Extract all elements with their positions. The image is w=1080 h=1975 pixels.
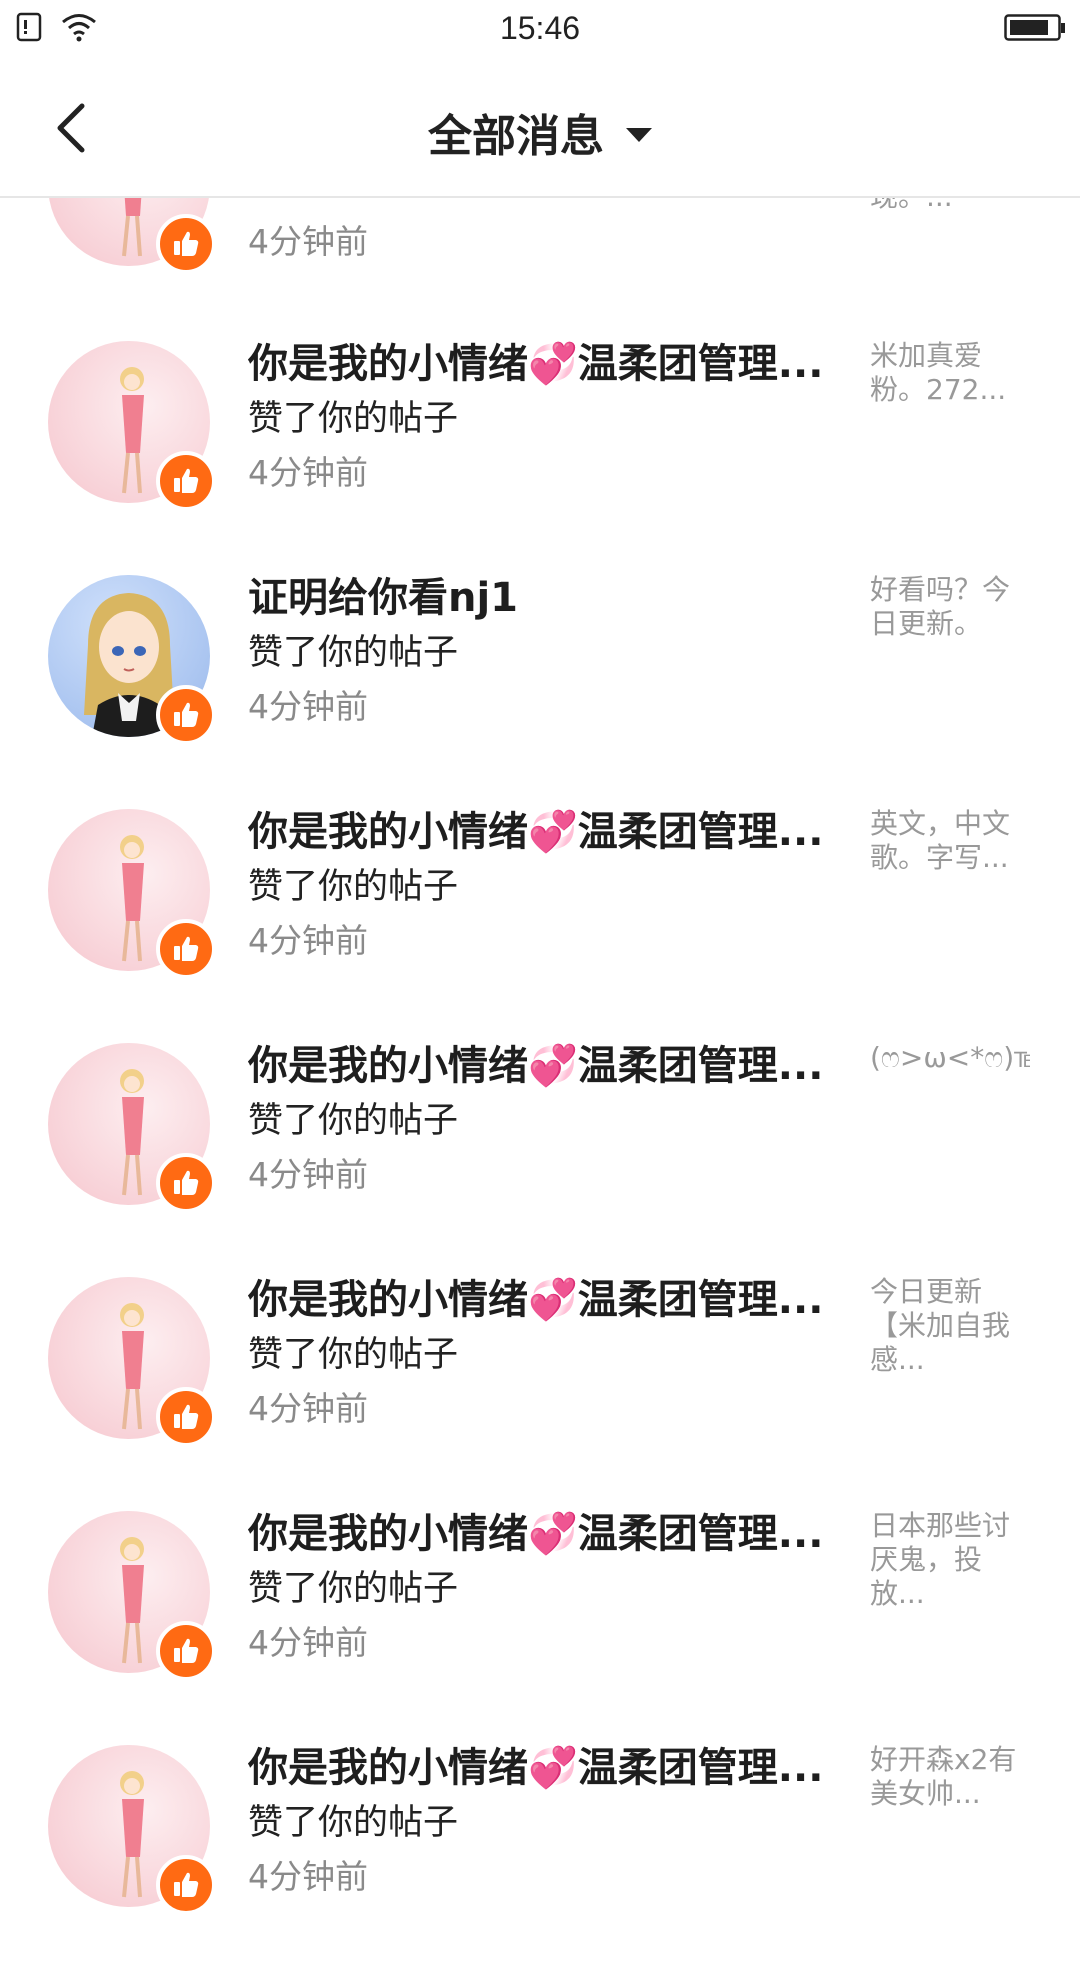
timestamp: 4分钟前 xyxy=(248,1623,368,1662)
thumbs-up-icon xyxy=(174,468,199,493)
action-text: 赞了你的帖子 xyxy=(248,1335,459,1375)
thumbs-up-icon xyxy=(174,1170,199,1195)
post-preview[interactable]: 日本那些讨厌鬼，投放... xyxy=(870,1509,1030,1611)
list-item[interactable]: 你是我的小情绪💞温柔团管理... 赞了你的帖子 4分钟前 今日更新【米加自我感.… xyxy=(0,1273,1080,1507)
thumbs-up-icon xyxy=(174,1872,199,1897)
like-badge xyxy=(156,1855,216,1915)
user-name[interactable]: 你是我的小情绪💞温柔团管理... xyxy=(248,1039,838,1093)
timestamp: 4分钟前 xyxy=(248,921,368,960)
user-name[interactable]: 你是我的小情绪💞温柔团管理... xyxy=(248,1741,838,1795)
nav-bar: 全部消息 xyxy=(0,58,1080,198)
message-filter-dropdown[interactable]: 全部消息 xyxy=(0,100,1080,164)
timestamp: 4分钟前 xyxy=(248,1857,368,1896)
action-text: 赞了你的帖子 xyxy=(248,867,459,907)
thumbs-up-icon xyxy=(174,231,199,256)
user-name[interactable]: 你是我的小情绪💞温柔团管理... xyxy=(248,337,838,391)
action-text: 赞了你的帖子 xyxy=(248,1803,459,1843)
list-item[interactable]: 你是我的小情绪💞温柔团管理... 赞了你的帖子 4分钟前 (ෆ>ω<*ෆ)℡♞.… xyxy=(0,1039,1080,1273)
post-preview[interactable]: 英文，中文歌。字写... xyxy=(870,807,1030,875)
post-preview[interactable]: 好看吗？今日更新。 xyxy=(870,573,1030,641)
action-text: 赞了你的帖子 xyxy=(248,633,459,673)
post-preview[interactable]: 好开森x2有美女帅... xyxy=(870,1743,1030,1811)
like-badge xyxy=(156,1621,216,1681)
like-badge xyxy=(156,1153,216,1213)
post-preview[interactable]: (ෆ>ω<*ෆ)℡♞... xyxy=(870,1041,1030,1075)
post-preview[interactable]: 今日更新【米加自我感... xyxy=(870,1275,1030,1377)
user-name[interactable]: 你是我的小情绪💞温柔团管理... xyxy=(248,1507,838,1561)
thumbs-up-icon xyxy=(174,1404,199,1429)
page-title: 全部消息 xyxy=(428,111,604,162)
like-badge xyxy=(156,214,216,274)
timestamp: 4分钟前 xyxy=(248,453,368,492)
battery-icon xyxy=(1004,14,1065,41)
list-item[interactable]: 证明给你看nj1 赞了你的帖子 4分钟前 好看吗？今日更新。 xyxy=(0,571,1080,805)
like-badge xyxy=(156,1387,216,1447)
dropdown-triangle-icon xyxy=(626,128,652,142)
user-name[interactable]: 你是我的小情绪💞温柔团管理... xyxy=(248,805,838,859)
thumbs-up-icon xyxy=(174,1638,199,1663)
list-item[interactable]: 你是我的小情绪💞温柔团管理... 赞了你的帖子 4分钟前 好开森x2有美女帅..… xyxy=(0,1741,1080,1975)
status-time: 15:46 xyxy=(499,10,581,46)
timestamp: 4分钟前 xyxy=(248,687,368,726)
thumbs-up-icon xyxy=(174,936,199,961)
list-item[interactable]: 你是我的小情绪💞温柔团管理... 赞了你的帖子 4分钟前 英文，中文歌。字写..… xyxy=(0,805,1080,1039)
timestamp: 4分钟前 xyxy=(248,1155,368,1194)
user-name[interactable]: 证明给你看nj1 xyxy=(248,571,838,625)
list-item[interactable]: 你是我的小情绪💞温柔团管理... 赞了你的帖子 4分钟前 日本那些讨厌鬼，投放.… xyxy=(0,1507,1080,1741)
like-badge xyxy=(156,685,216,745)
action-text: 赞了你的帖子 xyxy=(248,399,459,439)
timestamp: 4分钟前 xyxy=(248,222,368,261)
status-bar: 15:46 xyxy=(0,0,1080,58)
timestamp: 4分钟前 xyxy=(248,1389,368,1428)
action-text: 赞了你的帖子 xyxy=(248,1101,459,1141)
user-name[interactable]: 你是我的小情绪💞温柔团管理... xyxy=(248,1273,838,1327)
list-item[interactable]: 你是我的小情绪💞温柔团管理... 赞了你的帖子 4分钟前 米加真爱粉。272..… xyxy=(0,337,1080,571)
thumbs-up-icon xyxy=(174,702,199,727)
post-preview[interactable]: 米加真爱粉。272... xyxy=(870,339,1030,407)
like-badge xyxy=(156,919,216,979)
like-badge xyxy=(156,451,216,511)
action-text: 赞了你的帖子 xyxy=(248,1569,459,1609)
